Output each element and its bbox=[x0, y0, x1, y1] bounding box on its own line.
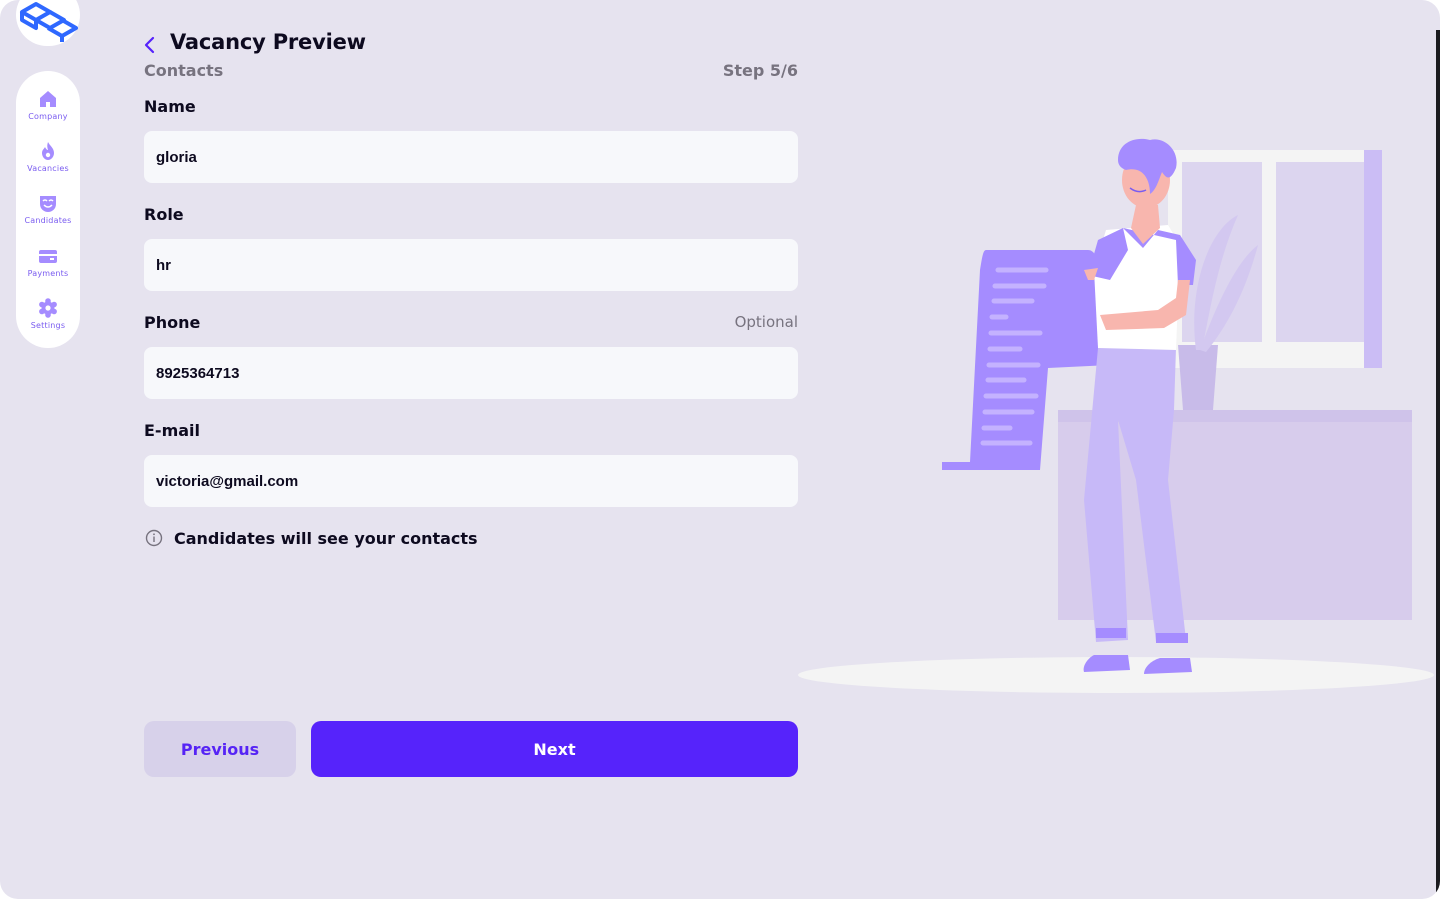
contacts-notice: Candidates will see your contacts bbox=[144, 528, 478, 548]
name-field[interactable]: gloria bbox=[144, 131, 798, 183]
sidebar-item-label: Company bbox=[28, 112, 68, 121]
email-label: E-mail bbox=[144, 421, 201, 440]
logo-icon bbox=[20, 2, 78, 42]
page-title: Vacancy Preview bbox=[170, 30, 366, 54]
gear-icon bbox=[39, 298, 57, 318]
phone-field[interactable]: 8925364713 bbox=[144, 347, 798, 399]
app-window: Company Vacancies Candidates Payments Se… bbox=[0, 0, 1440, 899]
sidebar-item-label: Settings bbox=[30, 321, 66, 330]
section-subtitle: Contacts bbox=[144, 61, 224, 80]
role-field[interactable]: hr bbox=[144, 239, 798, 291]
mask-icon bbox=[40, 196, 56, 212]
sidebar-item-label: Payments bbox=[27, 269, 69, 278]
window-scrollbar[interactable] bbox=[1436, 30, 1440, 899]
sidebar: Company Vacancies Candidates Payments Se… bbox=[16, 71, 80, 348]
credit-card-icon bbox=[39, 250, 57, 263]
sidebar-item-vacancies[interactable]: Vacancies bbox=[16, 141, 80, 185]
sidebar-item-candidates[interactable]: Candidates bbox=[16, 193, 80, 237]
back-button[interactable] bbox=[140, 34, 160, 56]
optional-hint: Optional bbox=[734, 313, 798, 331]
phone-label: Phone bbox=[144, 313, 201, 332]
step-indicator: Step 5/6 bbox=[722, 61, 798, 80]
notice-text: Candidates will see your contacts bbox=[174, 528, 478, 548]
contacts-illustration bbox=[798, 138, 1434, 693]
sidebar-item-payments[interactable]: Payments bbox=[16, 246, 80, 290]
role-label: Role bbox=[144, 205, 184, 224]
info-icon bbox=[145, 529, 163, 547]
sidebar-item-label: Candidates bbox=[24, 216, 72, 225]
previous-button[interactable]: Previous bbox=[144, 721, 296, 777]
sidebar-item-settings[interactable]: Settings bbox=[16, 298, 80, 342]
email-field[interactable]: victoria@gmail.com bbox=[144, 455, 798, 507]
sidebar-item-label: Vacancies bbox=[27, 164, 69, 173]
sidebar-item-company[interactable]: Company bbox=[16, 89, 80, 133]
next-button[interactable]: Next bbox=[311, 721, 798, 777]
chevron-left-icon bbox=[144, 36, 155, 54]
name-label: Name bbox=[144, 97, 196, 116]
brand-logo[interactable] bbox=[16, 0, 80, 46]
home-icon bbox=[40, 91, 56, 107]
flame-icon bbox=[42, 142, 54, 160]
